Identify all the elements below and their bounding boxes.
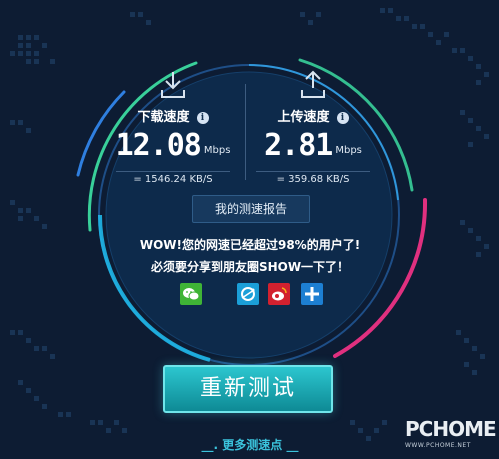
download-speed-value: 12.08 xyxy=(115,128,202,163)
share-message: 必须要分享到朋友圈SHOW一下了！ xyxy=(150,260,350,274)
download-speed: 12.08 Mbps xyxy=(108,128,238,163)
weibo-icon[interactable] xyxy=(268,283,290,305)
download-title-text: 下载速度 xyxy=(137,110,190,125)
upload-arrow-icon xyxy=(301,70,325,98)
upload-speed-unit: Mbps xyxy=(335,145,362,156)
info-icon[interactable]: i xyxy=(336,112,349,124)
upload-speed: 2.81 Mbps xyxy=(248,128,378,163)
pchome-watermark: PCHOME WWW.PCHOME.NET xyxy=(405,417,497,449)
result-message: WOW!您的网速已经超过98%的用户了! xyxy=(139,238,361,252)
download-speed-unit: Mbps xyxy=(203,145,231,156)
retest-button[interactable]: 重新测试 xyxy=(163,365,333,413)
download-title: 下载速度 i xyxy=(108,106,238,125)
qzone-icon[interactable] xyxy=(237,283,259,305)
column-divider xyxy=(245,84,246,180)
more-test-points-link[interactable]: __. 更多测速点 __ xyxy=(180,436,320,453)
watermark-title: PCHOME xyxy=(405,417,497,441)
download-kbs: = 1546.24 KB/S xyxy=(133,174,213,185)
upload-speed-value: 2.81 xyxy=(264,128,333,163)
upload-title-text: 上传速度 xyxy=(277,110,330,125)
watermark-url: WWW.PCHOME.NET xyxy=(405,442,471,449)
upload-kbs: = 359.68 KB/S xyxy=(276,174,350,185)
upload-title: 上传速度 i xyxy=(248,106,378,125)
upload-separator xyxy=(256,171,370,172)
plus-icon[interactable] xyxy=(301,283,323,305)
my-report-button[interactable]: 我的测速报告 xyxy=(192,195,310,223)
download-arrow-icon xyxy=(161,72,185,98)
wechat-icon[interactable] xyxy=(180,283,202,305)
speed-test-panel: 下载速度 i 12.08 Mbps = 1546.24 KB/S 上传速度 i 2.8… xyxy=(0,0,499,459)
download-separator xyxy=(116,171,230,172)
info-icon[interactable]: i xyxy=(196,112,209,124)
